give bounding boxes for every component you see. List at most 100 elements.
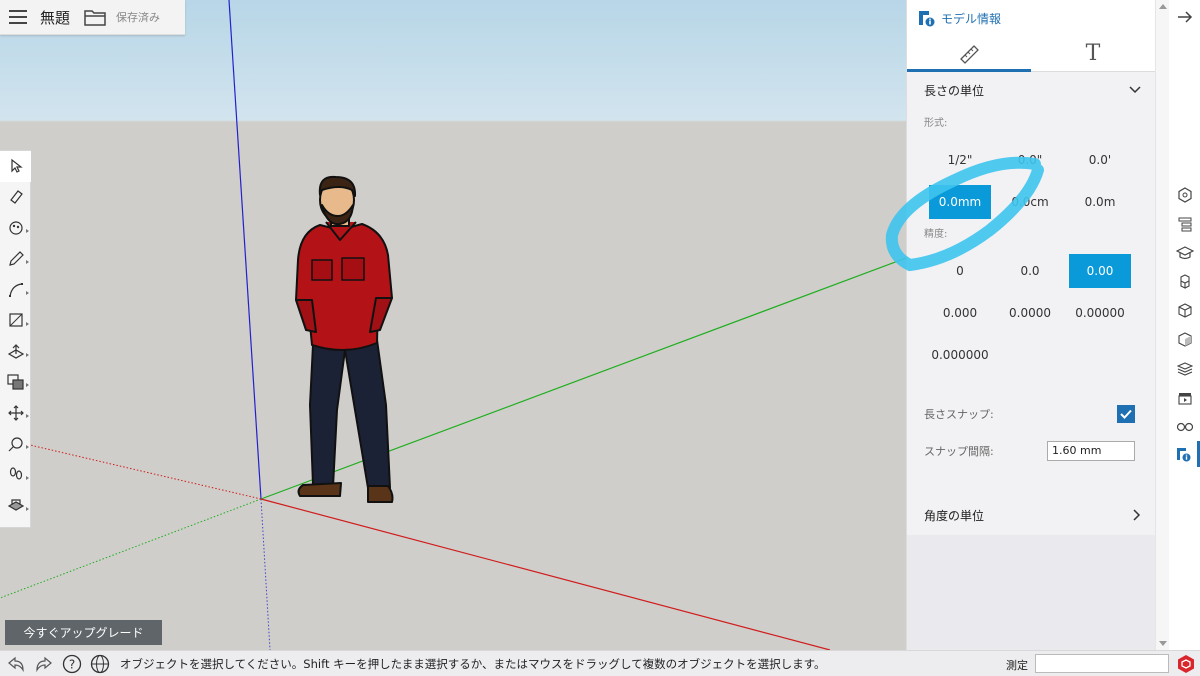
tool-tape-measure[interactable] (0, 428, 31, 459)
checkmark-icon (1120, 409, 1132, 419)
chevron-right-icon (1133, 509, 1141, 521)
push-pull-icon (7, 344, 24, 359)
blue-axis (228, 0, 262, 500)
panel-title: モデル情報 (941, 11, 1002, 26)
save-status: 保存済み (116, 11, 161, 24)
rectangle-icon (8, 313, 23, 327)
offset-icon (6, 374, 24, 390)
snap-interval-row: スナップ間隔: 1.60 mm (907, 440, 1155, 462)
tray-materials[interactable] (1169, 298, 1200, 324)
tool-rectangle[interactable] (0, 305, 31, 336)
right-tray (1169, 0, 1200, 650)
tab-text[interactable]: T (1031, 36, 1155, 71)
undo-button[interactable] (2, 651, 30, 676)
tool-eraser[interactable] (0, 182, 31, 213)
panel-empty-area (907, 535, 1155, 650)
length-units-title: 長さの単位 (924, 83, 985, 98)
help-button[interactable]: ? (58, 651, 86, 676)
angle-units-section-header[interactable]: 角度の単位 (907, 497, 1155, 533)
length-snap-checkbox[interactable] (1117, 405, 1135, 423)
sketchup-logo (1176, 654, 1196, 676)
precision-option-selected[interactable]: 0.00 (1069, 254, 1131, 288)
person-figure (295, 175, 394, 503)
tool-select[interactable] (0, 151, 31, 182)
hamburger-menu-button[interactable] (0, 0, 36, 35)
styles-cube-icon (1177, 332, 1192, 347)
precision-option[interactable]: 0.00000 (1065, 296, 1135, 330)
open-folder-button[interactable] (84, 8, 106, 26)
tray-outliner[interactable] (1169, 211, 1200, 237)
format-option[interactable]: 0.0' (1065, 143, 1135, 177)
footprints-icon (9, 467, 22, 480)
panel-scrollbar[interactable] (1155, 0, 1169, 650)
scroll-up-icon[interactable] (1159, 4, 1167, 9)
status-bar: ? オブジェクトを選択してください。Shift キーを押したまま選択するか、また… (0, 650, 1200, 676)
outliner-icon (1178, 217, 1191, 232)
tool-move[interactable] (0, 397, 31, 428)
arc-icon (8, 282, 23, 297)
tool-offset[interactable] (0, 367, 31, 398)
clapperboard-icon (1177, 393, 1192, 405)
cursor-arrow-icon (10, 159, 23, 174)
modeling-viewport[interactable]: 無題 保存済み 今すぐアップグレード (0, 0, 906, 650)
precision-option[interactable]: 0.000000 (925, 338, 995, 372)
top-bar: 無題 保存済み (0, 0, 185, 35)
panel-header: モデル情報 (907, 0, 1155, 36)
angle-units-title: 角度の単位 (924, 508, 985, 523)
tray-instructor[interactable] (1169, 240, 1200, 266)
measurements-input[interactable] (1035, 654, 1169, 673)
snap-interval-input[interactable]: 1.60 mm (1047, 441, 1135, 461)
tray-scenes[interactable] (1169, 385, 1200, 411)
red-axis (260, 498, 831, 650)
glasses-icon (1176, 422, 1193, 432)
tape-measure-icon (8, 436, 23, 451)
hamburger-icon (9, 10, 27, 24)
pencil-icon (8, 250, 24, 266)
tray-styles[interactable] (1169, 327, 1200, 353)
tray-tags[interactable] (1169, 356, 1200, 382)
model-info-icon (1177, 448, 1191, 462)
model-info-icon (919, 11, 935, 27)
eraser-icon (9, 190, 23, 205)
graduation-cap-icon (1175, 246, 1194, 260)
svg-text:?: ? (69, 657, 75, 671)
tray-components[interactable] (1169, 269, 1200, 295)
collapse-panel-button[interactable] (1169, 4, 1200, 30)
format-label: 形式: (924, 118, 948, 129)
model-info-panel: モデル情報 T 長さの単位 形式: 1/2" 0.0" 0.0' 0.0mm 0… (906, 0, 1155, 650)
tab-units[interactable] (907, 36, 1031, 72)
tool-arc[interactable] (0, 274, 31, 305)
upgrade-now-button[interactable]: 今すぐアップグレード (5, 620, 162, 645)
panel-tabs: T (907, 36, 1155, 72)
tray-entity-info[interactable] (1169, 182, 1200, 208)
tray-display[interactable] (1169, 414, 1200, 440)
tool-pencil[interactable] (0, 243, 31, 274)
status-message: オブジェクトを選択してください。Shift キーを押したまま選択するか、またはマ… (120, 656, 826, 671)
redo-button[interactable] (30, 651, 58, 676)
tool-paint[interactable] (0, 213, 31, 244)
tool-section[interactable] (0, 490, 31, 521)
length-units-section-header[interactable]: 長さの単位 (907, 72, 1155, 108)
length-snap-row: 長さスナップ: (907, 402, 1155, 426)
red-axis-negative (0, 437, 262, 500)
tray-model-info[interactable] (1169, 441, 1200, 467)
annotation-highlight (885, 156, 1044, 272)
move-arrows-icon (7, 404, 24, 421)
paint-bucket-icon (8, 221, 23, 235)
chevron-down-icon (1129, 86, 1141, 94)
layers-icon (1176, 362, 1193, 376)
precision-option[interactable]: 0.0000 (995, 296, 1065, 330)
format-option[interactable]: 0.0m (1065, 185, 1135, 219)
undo-icon (8, 656, 24, 672)
scroll-down-icon[interactable] (1159, 641, 1167, 646)
sketchup-logo-icon (1178, 655, 1194, 673)
precision-option[interactable]: 0.000 (925, 296, 995, 330)
help-question-icon: ? (62, 654, 82, 673)
snap-interval-label: スナップ間隔: (924, 445, 994, 458)
tool-push-pull[interactable] (0, 336, 31, 367)
model-title[interactable]: 無題 (40, 7, 70, 28)
measurements-label: 測定 (1006, 659, 1028, 672)
language-button[interactable] (86, 651, 114, 676)
ruler-icon (960, 44, 979, 64)
tool-walk[interactable] (0, 459, 31, 490)
